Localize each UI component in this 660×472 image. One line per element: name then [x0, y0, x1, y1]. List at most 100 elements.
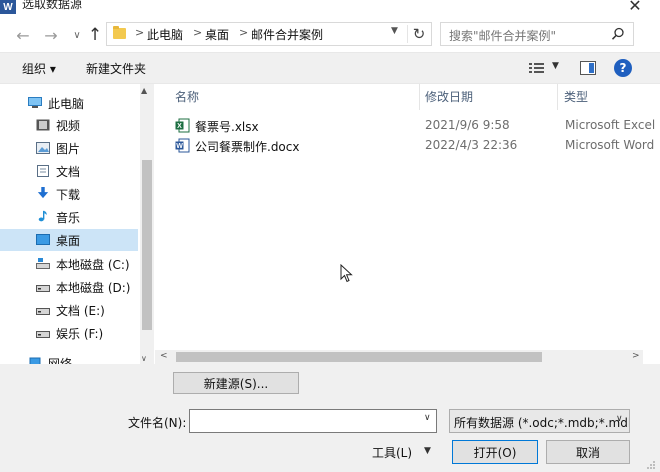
- scroll-down-arrow-icon[interactable]: ∨: [141, 354, 147, 363]
- back-arrow-icon[interactable]: ←: [12, 24, 34, 46]
- mouse-cursor-icon: [340, 264, 353, 283]
- view-dropdown-icon[interactable]: ▼: [552, 61, 559, 71]
- file-name: 公司餐票制作.docx: [195, 140, 300, 154]
- word-app-icon: W: [0, 0, 16, 14]
- chevron-down-icon: ∨: [616, 414, 623, 424]
- sidebar-item-label: 桌面: [56, 233, 81, 248]
- drive-icon: [36, 331, 50, 338]
- svg-text:X: X: [177, 123, 182, 130]
- drive-c-icon: [36, 258, 50, 269]
- file-type: Microsoft Excel: [565, 118, 656, 132]
- refresh-icon[interactable]: ↻: [409, 24, 429, 44]
- breadcrumb-desktop[interactable]: 桌面: [205, 26, 229, 43]
- window-title: 选取数据源: [22, 0, 83, 11]
- sidebar-item-label: 文档 (E:): [56, 303, 105, 318]
- music-icon: [38, 210, 47, 222]
- scroll-right-arrow-icon[interactable]: >: [632, 351, 640, 361]
- file-type-filter-value: 所有数据源 (*.odc;*.mdb;*.mdb: [454, 416, 630, 430]
- sidebar-item-pictures[interactable]: 图片: [0, 137, 138, 159]
- command-toolbar: 组织 ▾ 新建文件夹 ▼ ?: [0, 52, 660, 84]
- column-header-type[interactable]: 类型: [564, 88, 588, 105]
- drive-icon: [36, 285, 50, 292]
- sidebar-item-downloads[interactable]: 下载: [0, 183, 138, 205]
- column-header-date[interactable]: 修改日期: [425, 88, 473, 105]
- scroll-up-arrow-icon[interactable]: ▲: [141, 86, 147, 95]
- file-name: 餐票号.xlsx: [195, 120, 259, 134]
- excel-file-icon: X: [175, 118, 190, 133]
- new-source-button[interactable]: 新建源(S)...: [173, 372, 299, 394]
- video-icon: [36, 119, 50, 131]
- search-input[interactable]: 搜索"邮件合并案例": [440, 22, 634, 46]
- search-icon: [611, 27, 624, 40]
- sidebar-item-music[interactable]: 音乐: [0, 206, 138, 228]
- sidebar-item-label: 娱乐 (F:): [56, 326, 104, 341]
- sidebar-item-label: 本地磁盘 (C:): [56, 257, 130, 272]
- preview-pane-icon[interactable]: [580, 61, 596, 75]
- breadcrumb-separator: >: [239, 26, 249, 39]
- sidebar-item-label: 下载: [56, 187, 81, 202]
- resize-grip-icon[interactable]: [646, 460, 656, 470]
- breadcrumb-separator: >: [135, 26, 145, 39]
- file-date: 2022/4/3 22:36: [425, 138, 518, 152]
- tools-button[interactable]: 工具(L): [372, 444, 412, 461]
- sidebar-item-label: 音乐: [56, 210, 81, 225]
- svg-text:W: W: [176, 143, 183, 150]
- up-arrow-icon[interactable]: ↑: [84, 24, 106, 46]
- drive-icon: [36, 308, 50, 315]
- sidebar-item-label: 视频: [56, 118, 81, 133]
- title-bar: W 选取数据源 ✕: [0, 0, 660, 22]
- sidebar-item-this-pc[interactable]: 此电脑: [0, 92, 138, 114]
- help-icon[interactable]: ?: [614, 59, 632, 77]
- documents-icon: [37, 165, 49, 177]
- file-row-word[interactable]: W 公司餐票制作.docx 2022/4/3 22:36 Microsoft W…: [173, 136, 660, 156]
- sidebar-item-drive-d[interactable]: 本地磁盘 (D:): [0, 276, 138, 298]
- sidebar-item-desktop[interactable]: 桌面: [0, 229, 138, 251]
- sort-ascending-icon: ^: [291, 84, 299, 90]
- organize-button[interactable]: 组织 ▾: [22, 60, 56, 77]
- download-icon: [37, 187, 49, 199]
- sidebar-item-documents[interactable]: 文档: [0, 160, 138, 182]
- search-placeholder: 搜索"邮件合并案例": [449, 29, 557, 43]
- close-button[interactable]: ✕: [624, 0, 646, 16]
- sidebar-item-drive-e[interactable]: 文档 (E:): [0, 299, 138, 321]
- cancel-button[interactable]: 取消: [546, 440, 630, 464]
- breadcrumb-this-pc[interactable]: 此电脑: [147, 26, 183, 43]
- navigation-pane: 此电脑 视频 图片 文档 下载 音乐 桌面 本地磁盘 (C:) 本地磁盘 (D:…: [0, 84, 154, 370]
- breadcrumb-current-folder[interactable]: 邮件合并案例: [251, 26, 323, 43]
- filename-field[interactable]: [189, 409, 437, 433]
- column-divider[interactable]: [557, 84, 558, 110]
- computer-icon: [28, 97, 42, 108]
- sidebar-scroll-thumb[interactable]: [142, 160, 152, 330]
- address-dropdown-icon[interactable]: ▼: [391, 26, 398, 36]
- filename-dropdown-icon[interactable]: ∨: [424, 413, 431, 423]
- breadcrumb-separator: >: [193, 26, 203, 39]
- file-date: 2021/9/6 9:58: [425, 118, 510, 132]
- word-file-icon: W: [175, 138, 190, 153]
- horizontal-scroll-thumb[interactable]: [176, 352, 542, 362]
- folder-icon: [113, 26, 126, 39]
- tools-dropdown-icon[interactable]: ▼: [424, 446, 431, 456]
- file-type: Microsoft Word: [565, 138, 655, 152]
- file-type-filter-select[interactable]: 所有数据源 (*.odc;*.mdb;*.mdb ∨: [449, 409, 630, 433]
- address-bar[interactable]: > 此电脑 > 桌面 > 邮件合并案例 ▼ ↻: [106, 22, 432, 46]
- sidebar-item-label: 文档: [56, 164, 81, 179]
- sidebar-item-drive-c[interactable]: 本地磁盘 (C:): [0, 253, 138, 275]
- column-header-name[interactable]: 名称: [175, 88, 199, 105]
- file-row-excel[interactable]: X 餐票号.xlsx 2021/9/6 9:58 Microsoft Excel: [173, 116, 660, 136]
- filename-label: 文件名(N):: [128, 416, 187, 430]
- sidebar-item-drive-f[interactable]: 娱乐 (F:): [0, 322, 138, 344]
- sidebar-item-videos[interactable]: 视频: [0, 114, 138, 136]
- file-list: ^ 名称 修改日期 类型 X 餐票号.xlsx 2021/9/6 9:58 Mi…: [155, 84, 660, 352]
- open-button[interactable]: 打开(O): [452, 440, 538, 464]
- sidebar-item-label: 此电脑: [48, 96, 85, 111]
- view-options-icon[interactable]: [528, 61, 546, 75]
- pictures-icon: [36, 142, 50, 154]
- address-divider: [407, 25, 408, 43]
- new-folder-button[interactable]: 新建文件夹: [86, 60, 146, 77]
- desktop-icon: [36, 234, 50, 245]
- column-divider[interactable]: [419, 84, 420, 110]
- forward-arrow-icon[interactable]: →: [40, 24, 62, 46]
- sidebar-item-label: 图片: [56, 141, 81, 156]
- scroll-left-arrow-icon[interactable]: <: [160, 351, 168, 361]
- sidebar-item-label: 本地磁盘 (D:): [56, 280, 131, 295]
